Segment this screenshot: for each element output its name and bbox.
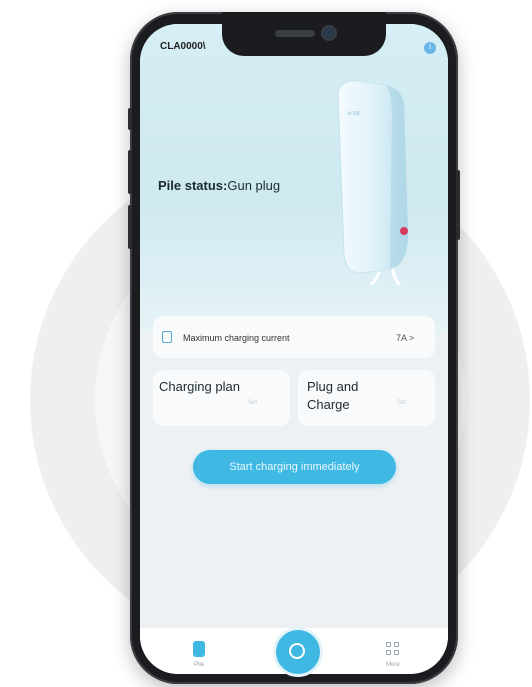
- max-current-label: Maximum charging current: [183, 333, 290, 343]
- max-current-value[interactable]: 7A >: [396, 333, 414, 343]
- phone-volume-down-button: [128, 205, 132, 249]
- device-id-title[interactable]: CLA0000\: [160, 41, 206, 52]
- phone-power-button: [456, 170, 460, 240]
- pile-status-label: Pile status:: [158, 178, 228, 193]
- nav-label-pile[interactable]: Pile: [194, 662, 204, 668]
- document-icon: [162, 331, 172, 343]
- charging-plan-title: Charging plan: [159, 379, 240, 394]
- grid-icon[interactable]: [386, 642, 400, 656]
- pile-status-value: Gun plug: [227, 178, 281, 193]
- charger-illustration: e tot: [337, 80, 409, 285]
- charging-plan-hint: Set: [248, 400, 258, 406]
- pile-status: Pile status:Gun plug: [158, 178, 280, 193]
- start-charging-button[interactable]: Start charging immediately: [193, 450, 396, 484]
- phone-volume-up-button: [128, 150, 132, 194]
- info-icon[interactable]: i: [424, 42, 436, 54]
- plug-and-charge-hint: Set: [397, 400, 407, 406]
- speaker-grille: [275, 30, 315, 37]
- charger-badge-text: e tot: [348, 111, 360, 117]
- plug-and-charge-title: Plug and Charge: [307, 379, 359, 412]
- charge-center-icon: [289, 643, 305, 659]
- charger-icon[interactable]: [193, 641, 205, 657]
- phone-mute-button: [128, 108, 132, 130]
- nav-label-more[interactable]: More: [386, 662, 400, 668]
- front-camera: [323, 27, 335, 39]
